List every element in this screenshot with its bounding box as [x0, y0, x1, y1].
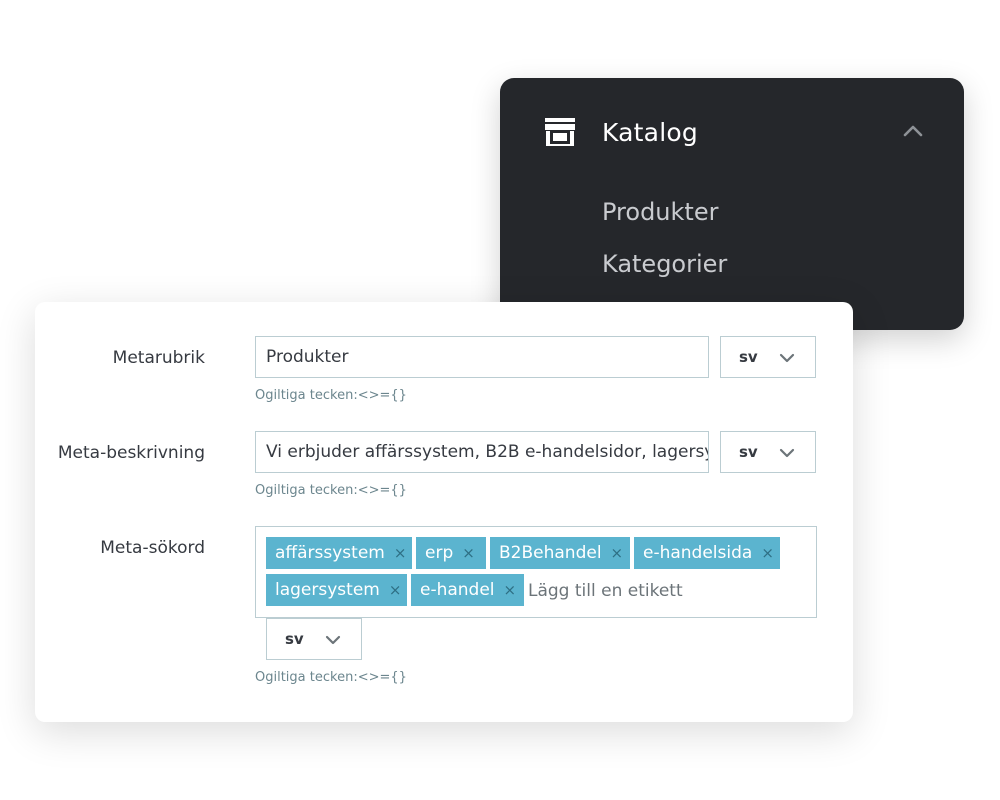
close-icon[interactable]: ×: [394, 537, 407, 569]
tag-chip: B2Behandel ×: [490, 537, 630, 569]
meta-keywords-lang-select[interactable]: sv: [266, 618, 362, 660]
meta-keywords-help: Ogiltiga tecken:<>={}: [255, 670, 407, 685]
chevron-down-icon: [779, 353, 795, 363]
meta-description-help: Ogiltiga tecken:<>={}: [255, 483, 407, 498]
lang-select-value: sv: [285, 630, 304, 648]
tag-label: erp: [425, 543, 454, 563]
store-icon: [545, 118, 575, 146]
tag-chip: affärssystem ×: [266, 537, 412, 569]
meta-keywords-label: Meta-sökord: [100, 538, 205, 558]
seo-form-card: Metarubrik Produkter sv Ogiltiga tecken:…: [35, 302, 853, 722]
tag-chip: e-handel ×: [411, 574, 524, 606]
close-icon[interactable]: ×: [761, 537, 774, 569]
catalog-menu: Katalog Produkter Kategorier: [500, 78, 964, 330]
menu-item-produkter[interactable]: Produkter: [602, 198, 718, 226]
tag-label: e-handelsida: [643, 543, 753, 563]
tag-label: B2Behandel: [499, 543, 602, 563]
chevron-down-icon: [325, 635, 341, 645]
catalog-menu-title: Katalog: [602, 117, 698, 147]
meta-title-lang-select[interactable]: sv: [720, 336, 816, 378]
tag-label: e-handel: [420, 580, 495, 600]
tag-chip: erp ×: [416, 537, 486, 569]
tag-label: lagersystem: [275, 580, 380, 600]
catalog-menu-header[interactable]: Katalog: [544, 114, 924, 150]
lang-select-value: sv: [739, 348, 758, 366]
tag-chip: e-handelsida ×: [634, 537, 780, 569]
meta-title-label: Metarubrik: [112, 348, 205, 368]
close-icon[interactable]: ×: [611, 537, 624, 569]
meta-description-lang-select[interactable]: sv: [720, 431, 816, 473]
close-icon[interactable]: ×: [462, 537, 475, 569]
meta-keywords-tag-input[interactable]: affärssystem × erp × B2Behandel × e-handels…: [255, 526, 817, 618]
tag-chip: lagersystem ×: [266, 574, 407, 606]
meta-description-label: Meta-beskrivning: [57, 443, 205, 463]
close-icon[interactable]: ×: [389, 574, 402, 606]
meta-title-input[interactable]: Produkter: [255, 336, 709, 378]
meta-description-input[interactable]: Vi erbjuder affärssystem, B2B e-handelsi…: [255, 431, 709, 473]
chevron-down-icon: [779, 448, 795, 458]
tag-label: affärssystem: [275, 543, 385, 563]
add-tag-placeholder[interactable]: Lägg till en etikett: [528, 581, 683, 601]
meta-title-help: Ogiltiga tecken:<>={}: [255, 388, 407, 403]
menu-item-kategorier[interactable]: Kategorier: [602, 250, 727, 278]
chevron-up-icon[interactable]: [902, 120, 924, 142]
close-icon[interactable]: ×: [504, 574, 517, 606]
lang-select-value: sv: [739, 443, 758, 461]
